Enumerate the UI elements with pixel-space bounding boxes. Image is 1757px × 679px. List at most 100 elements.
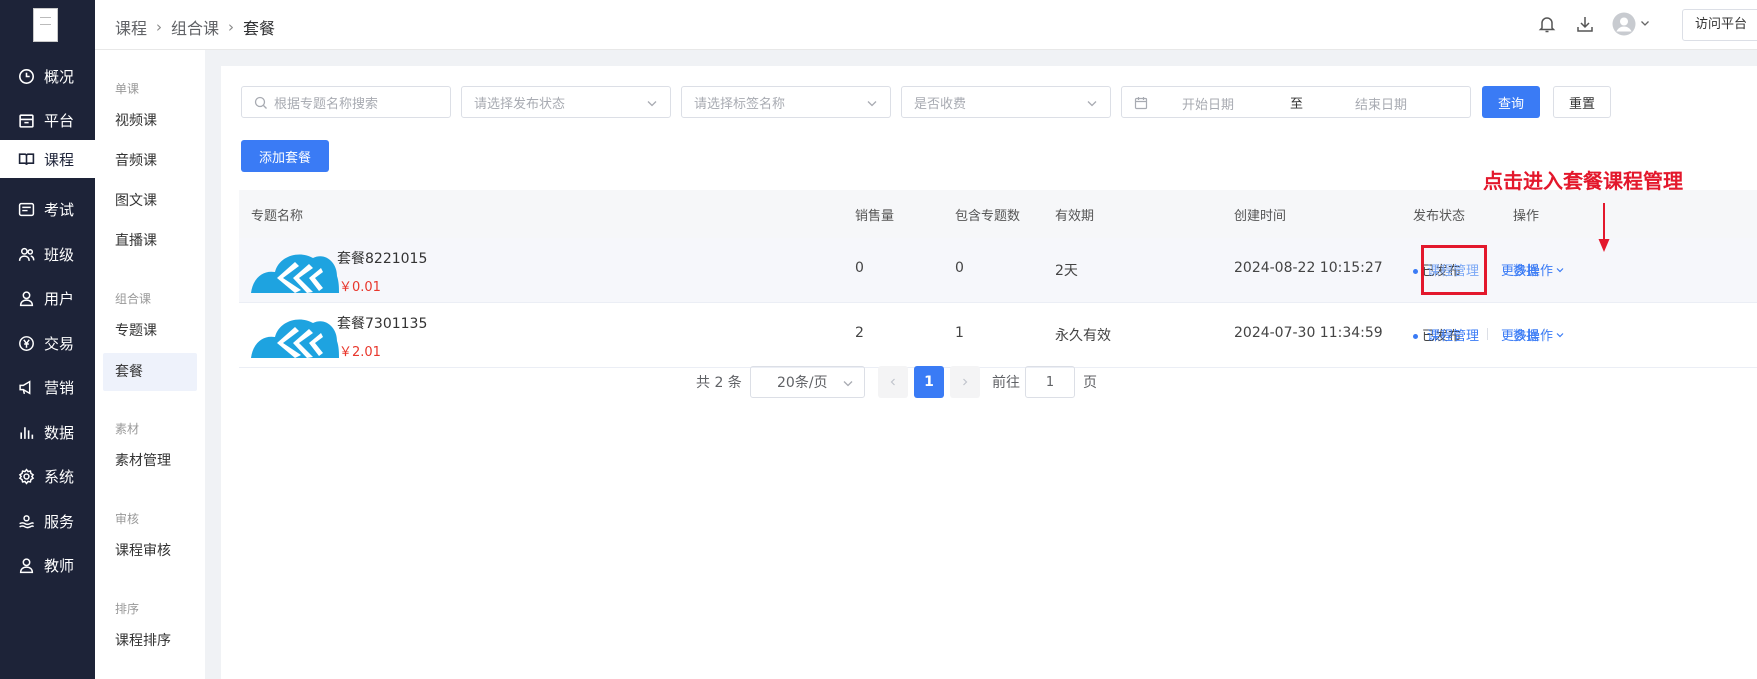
chevron-down-icon[interactable]	[1639, 17, 1651, 29]
subnav-group-title: 素材	[115, 422, 140, 436]
col-header-count: 包含专题数	[955, 209, 1021, 224]
page-size-value: 20条/页	[777, 375, 828, 391]
visit-platform-button[interactable]: 访问平台	[1682, 9, 1757, 41]
publish-status-select[interactable]: 请选择发布状态	[461, 86, 671, 118]
search-input[interactable]: 根据专题名称搜索	[241, 86, 451, 118]
next-page-button[interactable]	[950, 366, 980, 398]
download-icon[interactable]	[1575, 14, 1595, 34]
chevron-down-icon	[1556, 333, 1564, 338]
col-header-validity: 有效期	[1055, 209, 1095, 224]
subnav-item-sort[interactable]: 课程排序	[103, 622, 197, 660]
avatar[interactable]	[1612, 12, 1636, 36]
sidebar-item-label: 营销	[44, 378, 75, 397]
add-package-button[interactable]: 添加套餐	[241, 140, 329, 172]
chevron-left-icon	[890, 378, 895, 386]
sidebar-item-trade[interactable]: 交易	[0, 324, 95, 362]
sidebar-item-course[interactable]: 课程	[0, 140, 95, 178]
chevron-down-icon	[866, 97, 878, 113]
page-size-select[interactable]: 20条/页	[750, 366, 865, 398]
table-row: 套餐7301135 ￥2.01 2 1 永久有效 2024-07-30 11:3…	[239, 303, 1757, 368]
search-icon	[254, 96, 268, 114]
sidebar-item-label: 数据	[44, 423, 75, 442]
sales-count: 0	[855, 260, 864, 276]
sidebar-item-marketing[interactable]: 营销	[0, 368, 95, 406]
sidebar-item-label: 考试	[44, 200, 75, 219]
sidebar-item-label: 平台	[44, 111, 75, 130]
total-count: 共 2 条	[696, 375, 742, 391]
chevron-down-icon	[646, 97, 658, 113]
more-actions-link[interactable]: 更多操作	[1501, 260, 1565, 279]
sidebar-item-label: 交易	[44, 334, 75, 353]
table-header: 专题名称 销售量 包含专题数 有效期 创建时间 发布状态 操作	[239, 190, 1757, 238]
tag-select[interactable]: 请选择标签名称	[681, 86, 891, 118]
select-placeholder: 是否收费	[914, 96, 967, 112]
subnav-item-audio[interactable]: 音频课	[103, 142, 197, 180]
secondary-sidebar: 单课 视频课 音频课 图文课 直播课 组合课 专题课 套餐 素材 素材管理 审核…	[95, 50, 205, 679]
page-suffix: 页	[1083, 375, 1097, 391]
highlight-box	[1421, 245, 1487, 295]
main-content: 根据专题名称搜索 请选择发布状态 请选择标签名称 是否收费 开始日期 至 结束日…	[221, 66, 1757, 679]
prev-page-button[interactable]	[878, 366, 908, 398]
sidebar-item-service[interactable]: 服务	[0, 502, 95, 540]
goto-label: 前往	[992, 375, 1020, 391]
breadcrumb-item-package: 套餐	[243, 19, 276, 38]
clock-icon	[18, 68, 35, 85]
breadcrumb: 课程 › 组合课 › 套餐	[115, 15, 275, 39]
goto-page-input[interactable]: 1	[1025, 366, 1075, 398]
divider	[1487, 328, 1488, 340]
sidebar-item-platform[interactable]: 平台	[0, 101, 95, 139]
subnav-item-topic[interactable]: 专题课	[103, 312, 197, 350]
more-actions-label: 更多操作	[1501, 264, 1554, 279]
package-cover-image	[251, 313, 339, 358]
validity: 2天	[1055, 263, 1078, 279]
subnav-item-review[interactable]: 课程审核	[103, 532, 197, 570]
breadcrumb-item-course[interactable]: 课程	[115, 15, 147, 39]
annotation-text: 点击进入套餐课程管理	[1483, 169, 1683, 193]
breadcrumb-item-combo[interactable]: 组合课	[171, 15, 219, 39]
sidebar-item-data[interactable]: 数据	[0, 413, 95, 451]
user-icon	[18, 290, 35, 307]
end-date-input[interactable]: 结束日期	[1355, 94, 1407, 113]
sidebar-item-user[interactable]: 用户	[0, 279, 95, 317]
sidebar-item-label: 概况	[44, 67, 75, 86]
sidebar-item-label: 系统	[44, 467, 75, 486]
subnav-item-material[interactable]: 素材管理	[103, 442, 197, 480]
sidebar-item-label: 用户	[44, 289, 75, 308]
storefront-icon	[18, 112, 35, 129]
subnav-item-live[interactable]: 直播课	[103, 222, 197, 260]
date-separator: 至	[1290, 97, 1304, 112]
logo	[33, 8, 58, 42]
subnav-item-video[interactable]: 视频课	[103, 102, 197, 140]
calendar-icon	[1134, 96, 1148, 114]
sidebar-item-exam[interactable]: 考试	[0, 190, 95, 228]
bell-icon[interactable]	[1537, 14, 1557, 34]
sidebar-item-teacher[interactable]: 教师	[0, 546, 95, 584]
top-header: 课程 › 组合课 › 套餐 访问平台	[95, 0, 1757, 50]
sidebar-item-class[interactable]: 班级	[0, 235, 95, 273]
table-row: 套餐8221015 ￥0.01 0 0 2天 2024-08-22 10:15:…	[239, 238, 1757, 303]
date-range-picker[interactable]: 开始日期 至 结束日期	[1121, 86, 1471, 118]
query-button[interactable]: 查询	[1482, 86, 1540, 118]
sales-count: 2	[855, 325, 864, 341]
status-dot-icon	[1413, 269, 1418, 274]
sidebar-item-overview[interactable]: 概况	[0, 57, 95, 95]
sidebar-item-system[interactable]: 系统	[0, 457, 95, 495]
charge-select[interactable]: 是否收费	[901, 86, 1111, 118]
page-number-current[interactable]: 1	[914, 366, 944, 398]
main-sidebar: 概况 平台 课程 考试 班级 用户 交易 营销 数据 系统 服务 教师	[0, 0, 95, 679]
chevron-right-icon: ›	[228, 18, 235, 36]
course-manage-link[interactable]: 课程管理	[1427, 325, 1479, 344]
subnav-group-title: 排序	[115, 602, 140, 616]
col-header-status: 发布状态	[1413, 209, 1466, 224]
more-actions-link[interactable]: 更多操作	[1501, 325, 1565, 344]
sidebar-item-label: 课程	[44, 150, 75, 169]
topic-count: 0	[955, 260, 964, 276]
subnav-item-article[interactable]: 图文课	[103, 182, 197, 220]
gear-icon	[18, 467, 35, 485]
subnav-item-package[interactable]: 套餐	[103, 353, 197, 391]
subnav-group-title: 审核	[115, 512, 140, 526]
group-icon	[18, 246, 35, 263]
reset-button[interactable]: 重置	[1553, 86, 1611, 118]
start-date-input[interactable]: 开始日期	[1182, 94, 1234, 113]
chevron-right-icon	[963, 378, 968, 386]
